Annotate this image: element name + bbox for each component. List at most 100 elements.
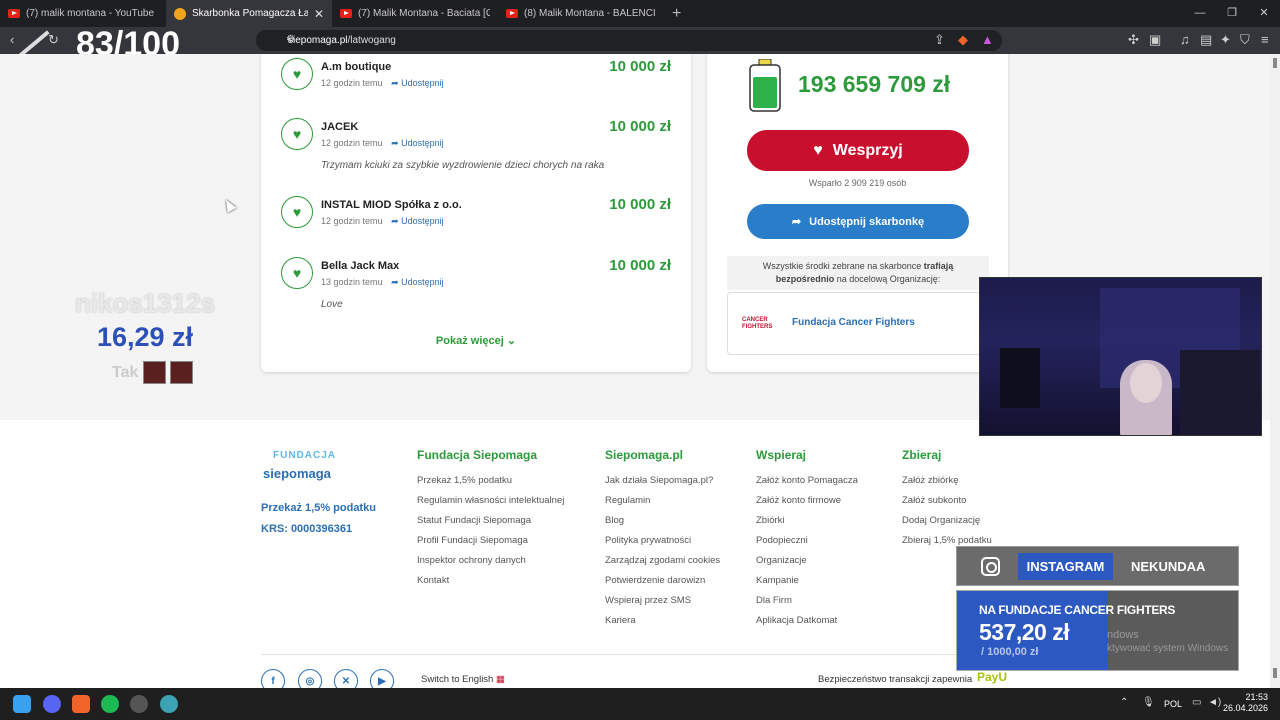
tax-link[interactable]: Przekaż 1,5% podatku xyxy=(261,502,376,514)
microphone-icon[interactable]: 🎙 xyxy=(1142,697,1155,708)
donor-name: JACEK xyxy=(321,121,359,133)
footer-link[interactable]: Statut Fundacji Siepomaga xyxy=(417,514,564,534)
footer-link[interactable]: Podopieczni xyxy=(756,534,858,554)
goal-target: / 1000,00 zł xyxy=(981,646,1039,658)
restore-icon[interactable]: ❐ xyxy=(1216,0,1248,27)
switch-language-link[interactable]: Switch to English ▦ xyxy=(421,674,505,685)
volume-icon[interactable]: ◄) xyxy=(1208,697,1221,708)
supporters-count: Wsparło 2 909 219 osób xyxy=(808,178,907,188)
share-link[interactable]: ➦ Udostępnij xyxy=(391,277,444,287)
donation-amount: 10 000 zł xyxy=(609,118,671,135)
footer-link[interactable]: Kariera xyxy=(605,614,720,634)
back-icon[interactable]: ‹ xyxy=(10,33,14,47)
footer-link[interactable]: Załóż subkonto xyxy=(902,494,992,514)
scroll-thumb[interactable] xyxy=(1273,668,1277,678)
share-link[interactable]: ➦ Udostępnij xyxy=(391,216,444,226)
streamer-head xyxy=(1130,363,1162,403)
minimize-icon[interactable]: — xyxy=(1184,0,1216,27)
footer-link[interactable]: Zarządzaj zgodami cookies xyxy=(605,554,720,574)
site-info-icon[interactable]: ⚙ xyxy=(286,33,295,47)
app-icon[interactable] xyxy=(160,695,178,713)
windows-watermark: ktywować system Windows xyxy=(1107,643,1229,654)
close-tab-icon[interactable]: ✕ xyxy=(314,7,324,21)
donation-meta: 12 godzin temu ➦ Udostępnij xyxy=(321,138,444,149)
share-piggybank-button[interactable]: ➦ Udostępnij skarbonkę xyxy=(747,204,969,239)
footer-link[interactable]: Aplikacja Datkomat xyxy=(756,614,858,634)
footer-link[interactable]: Załóż konto Pomagacza xyxy=(756,474,858,494)
share-label: Udostępnij xyxy=(401,138,444,148)
leo-icon[interactable]: ✦ xyxy=(1220,33,1231,47)
footer-divider xyxy=(261,654,1009,655)
page-scrollbar[interactable] xyxy=(1270,54,1280,688)
footer-link[interactable]: Organizacje xyxy=(756,554,858,574)
organization-card[interactable]: CANCER FIGHTERS Fundacja Cancer Fighters xyxy=(727,292,989,355)
footer-link[interactable]: Regulamin xyxy=(605,494,720,514)
footer-link[interactable]: Załóż zbiórkę xyxy=(902,474,992,494)
footer-link[interactable]: Regulamin własności intelektualnej xyxy=(417,494,564,514)
rewards-icon[interactable]: ▲ xyxy=(981,33,994,47)
share-link[interactable]: ➦ Udostępnij xyxy=(391,78,444,88)
footer-link[interactable]: Dla Firm xyxy=(756,594,858,614)
siepomaga-logo[interactable]: FUNDACJA siepomaga xyxy=(261,448,341,492)
donation-item: ♥ INSTAL MIOD Spółka z o.o. 12 godzin te… xyxy=(281,196,671,246)
new-tab-icon[interactable]: + xyxy=(672,5,681,23)
footer-link[interactable]: Kampanie xyxy=(756,574,858,594)
facebook-icon[interactable]: f xyxy=(261,669,285,688)
language-indicator[interactable]: POL xyxy=(1164,699,1182,709)
x-icon[interactable]: ✕ xyxy=(334,669,358,688)
url-field[interactable]: siepomaga.pl/latwogang xyxy=(256,30,1002,51)
siepomaga-icon xyxy=(174,7,186,20)
extensions-icon[interactable]: ✣ xyxy=(1128,33,1139,47)
heart-hand-icon: ♥ xyxy=(813,141,823,159)
menu-icon[interactable]: ≡ xyxy=(1261,33,1269,47)
network-icon[interactable]: ▭ xyxy=(1192,697,1201,708)
show-more-button[interactable]: Pokaż więcej ⌄ xyxy=(261,334,691,347)
address-bar: ‹ ↻ ⚐ siepomaga.pl/latwogang ⚙ ⇪ ◆ ▲ ✣ ▣… xyxy=(0,27,1280,54)
share-label: Udostępnij skarbonkę xyxy=(809,215,925,228)
scroll-up-arrow[interactable] xyxy=(1273,58,1277,68)
share-label: Udostępnij xyxy=(401,277,444,287)
footer-link[interactable]: Inspektor ochrony danych xyxy=(417,554,564,574)
close-window-icon[interactable]: ✕ xyxy=(1248,0,1280,27)
footer-link[interactable]: Potwierdzenie darowizn xyxy=(605,574,720,594)
donor-alert-message: Tak xyxy=(112,364,139,381)
donation-meta: 13 godzin temu ➦ Udostępnij xyxy=(321,277,444,288)
tray-chevron-icon[interactable]: ⌃ xyxy=(1120,697,1128,708)
brave-icon[interactable] xyxy=(72,695,90,713)
spotify-icon[interactable] xyxy=(101,695,119,713)
support-button[interactable]: ♥ Wesprzyj xyxy=(747,130,969,171)
tab-title: (7) Malik Montana - Baciata [Official xyxy=(358,8,490,19)
discord-icon[interactable] xyxy=(43,695,61,713)
footer-link[interactable]: Profil Fundacji Siepomaga xyxy=(417,534,564,554)
windows-start-icon[interactable] xyxy=(13,695,31,713)
wallet-icon[interactable]: ▤ xyxy=(1200,33,1212,47)
footer-link[interactable]: Kontakt xyxy=(417,574,564,594)
brave-shield-icon[interactable]: ◆ xyxy=(958,33,968,47)
reload-icon[interactable]: ↻ xyxy=(48,33,59,47)
tab-siepomaga[interactable]: Skarbonka Pomagacza Łatwogang ✕ xyxy=(166,0,332,27)
instagram-icon[interactable]: ◎ xyxy=(298,669,322,688)
footer-link[interactable]: Przekaż 1,5% podatku xyxy=(417,474,564,494)
share-link[interactable]: ➦ Udostępnij xyxy=(391,138,444,148)
system-clock[interactable]: 21:53 26.04.2026 xyxy=(1223,692,1268,714)
footer-link[interactable]: Jak działa Siepomaga.pl? xyxy=(605,474,720,494)
sidebar-icon[interactable]: ▣ xyxy=(1149,33,1161,47)
tab-youtube-2[interactable]: (7) Malik Montana - Baciata [Official xyxy=(332,0,498,27)
footer-link[interactable]: Polityka prywatności xyxy=(605,534,720,554)
donation-time: 12 godzin temu xyxy=(321,78,383,88)
share-page-icon[interactable]: ⇪ xyxy=(934,33,945,47)
obs-icon[interactable] xyxy=(130,695,148,713)
youtube-icon[interactable]: ▶ xyxy=(370,669,394,688)
footer-link[interactable]: Wspieraj przez SMS xyxy=(605,594,720,614)
footer-link[interactable]: Blog xyxy=(605,514,720,534)
logo-bottom: siepomaga xyxy=(263,466,331,481)
heart-hand-icon: ♥ xyxy=(281,118,313,150)
footer-link[interactable]: Zbiórki xyxy=(756,514,858,534)
vpn-icon[interactable]: ⛉ xyxy=(1240,33,1250,47)
footer-link[interactable]: Dodaj Organizację xyxy=(902,514,992,534)
music-icon[interactable]: ♫ xyxy=(1180,33,1190,47)
tab-youtube-3[interactable]: (8) Malik Montana - BALENCI (prod. xyxy=(498,0,664,27)
footer-link[interactable]: Załóż konto firmowe xyxy=(756,494,858,514)
chevron-down-icon: ⌄ xyxy=(506,335,517,347)
tab-youtube-1[interactable]: (7) malik montana - YouTube xyxy=(0,0,166,27)
